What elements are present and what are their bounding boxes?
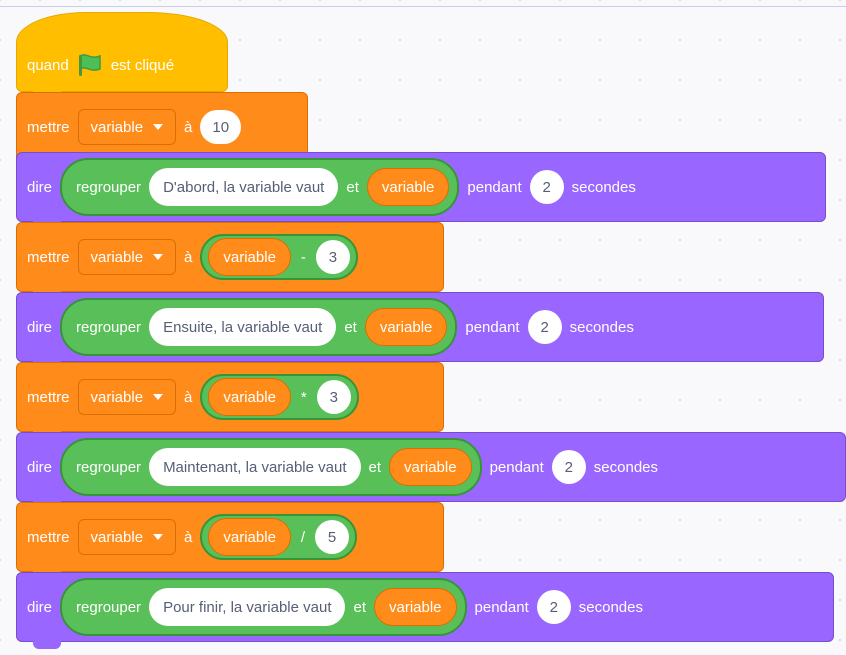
say-for-secs-block-4[interactable]: dire regrouper Pour finir, la variable v… — [16, 572, 834, 649]
variable-reporter[interactable]: variable — [366, 168, 450, 206]
operator-symbol: - — [300, 248, 306, 266]
workspace-top-border — [0, 6, 846, 7]
seconds-input[interactable]: 2 — [529, 170, 564, 204]
set-variable-block-4[interactable]: mettre variable à variable / 5 — [16, 502, 444, 579]
seconds-label: secondes — [578, 598, 643, 616]
set-label: mettre — [27, 248, 70, 266]
operator-symbol: * — [300, 388, 307, 406]
variable-reporter[interactable]: variable — [364, 308, 448, 346]
for-label: pendant — [474, 598, 529, 616]
join-reporter[interactable]: regrouper Ensuite, la variable vaut et v… — [60, 298, 458, 356]
variable-name: variable — [90, 248, 144, 266]
text-input[interactable]: Ensuite, la variable vaut — [149, 308, 337, 346]
and-label: et — [346, 178, 359, 196]
say-for-secs-block-2[interactable]: dire regrouper Ensuite, la variable vaut… — [16, 292, 824, 369]
to-label: à — [184, 118, 193, 136]
join-reporter[interactable]: regrouper Maintenant, la variable vaut e… — [60, 438, 482, 496]
set-label: mettre — [27, 118, 70, 136]
join-label: regrouper — [76, 178, 142, 196]
join-label: regrouper — [76, 598, 142, 616]
when-flag-clicked-block[interactable]: quand est cliqué — [16, 12, 228, 99]
variable-dropdown[interactable]: variable — [77, 379, 177, 415]
to-label: à — [184, 248, 193, 266]
text-input[interactable]: D'abord, la variable vaut — [149, 168, 339, 206]
when-label: quand — [27, 56, 69, 74]
clicked-label: est cliqué — [110, 56, 175, 74]
say-label: dire — [27, 178, 53, 196]
variable-dropdown[interactable]: variable — [77, 239, 177, 275]
say-label: dire — [27, 318, 53, 336]
green-flag-icon — [78, 54, 101, 76]
say-for-secs-block-3[interactable]: dire regrouper Maintenant, la variable v… — [16, 432, 846, 509]
operator-symbol: / — [300, 528, 306, 546]
and-label: et — [353, 598, 366, 616]
variable-dropdown[interactable]: variable — [77, 519, 177, 555]
and-label: et — [344, 318, 357, 336]
set-variable-block-2[interactable]: mettre variable à variable - 3 — [16, 222, 444, 299]
seconds-label: secondes — [569, 318, 634, 336]
seconds-input[interactable]: 2 — [536, 590, 571, 624]
chevron-down-icon — [153, 124, 164, 130]
join-label: regrouper — [76, 318, 142, 336]
seconds-input[interactable]: 2 — [527, 310, 562, 344]
text-input[interactable]: Maintenant, la variable vaut — [149, 448, 361, 486]
say-for-secs-block-1[interactable]: dire regrouper D'abord, la variable vaut… — [16, 152, 826, 229]
number-input[interactable]: 3 — [315, 240, 350, 274]
chevron-down-icon — [153, 534, 164, 540]
multiply-operator[interactable]: variable * 3 — [200, 374, 359, 420]
variable-dropdown[interactable]: variable — [77, 109, 177, 145]
variable-name: variable — [90, 528, 144, 546]
variable-reporter[interactable]: variable — [208, 518, 291, 556]
variable-reporter[interactable]: variable — [389, 448, 472, 486]
and-label: et — [368, 458, 382, 476]
join-reporter[interactable]: regrouper Pour finir, la variable vaut e… — [60, 578, 467, 636]
for-label: pendant — [489, 458, 544, 476]
seconds-input[interactable]: 2 — [551, 450, 586, 484]
to-label: à — [184, 528, 193, 546]
variable-name: variable — [90, 388, 144, 406]
join-label: regrouper — [76, 458, 142, 476]
number-input[interactable]: 3 — [316, 380, 351, 414]
set-variable-block-3[interactable]: mettre variable à variable * 3 — [16, 362, 444, 439]
seconds-label: secondes — [593, 458, 659, 476]
text-input[interactable]: Pour finir, la variable vaut — [149, 588, 346, 626]
say-label: dire — [27, 458, 53, 476]
for-label: pendant — [467, 178, 522, 196]
set-label: mettre — [27, 528, 70, 546]
to-label: à — [184, 388, 193, 406]
variable-name: variable — [90, 118, 144, 136]
seconds-label: secondes — [571, 178, 636, 196]
chevron-down-icon — [153, 394, 164, 400]
set-label: mettre — [27, 388, 70, 406]
block-connector — [33, 640, 61, 649]
divide-operator[interactable]: variable / 5 — [200, 514, 358, 560]
number-input[interactable]: 10 — [200, 110, 242, 144]
variable-reporter[interactable]: variable — [208, 378, 291, 416]
chevron-down-icon — [153, 254, 164, 260]
say-label: dire — [27, 598, 53, 616]
variable-reporter[interactable]: variable — [208, 238, 291, 276]
number-input[interactable]: 5 — [315, 520, 350, 554]
for-label: pendant — [465, 318, 520, 336]
join-reporter[interactable]: regrouper D'abord, la variable vaut et v… — [60, 158, 460, 216]
subtract-operator[interactable]: variable - 3 — [200, 234, 358, 280]
variable-reporter[interactable]: variable — [374, 588, 457, 626]
